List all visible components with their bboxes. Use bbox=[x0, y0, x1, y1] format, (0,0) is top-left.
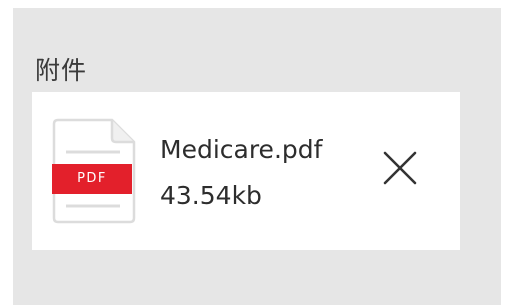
file-size: 43.54kb bbox=[160, 181, 262, 210]
pdf-file-icon: PDF bbox=[52, 118, 138, 224]
remove-attachment-button[interactable] bbox=[378, 146, 422, 190]
attachments-title: 附件 bbox=[35, 56, 88, 85]
pdf-badge: PDF bbox=[52, 164, 132, 194]
attachment-card[interactable]: PDF Medicare.pdf 43.54kb bbox=[32, 92, 460, 250]
close-icon[interactable] bbox=[383, 151, 417, 185]
file-name: Medicare.pdf bbox=[160, 135, 323, 164]
